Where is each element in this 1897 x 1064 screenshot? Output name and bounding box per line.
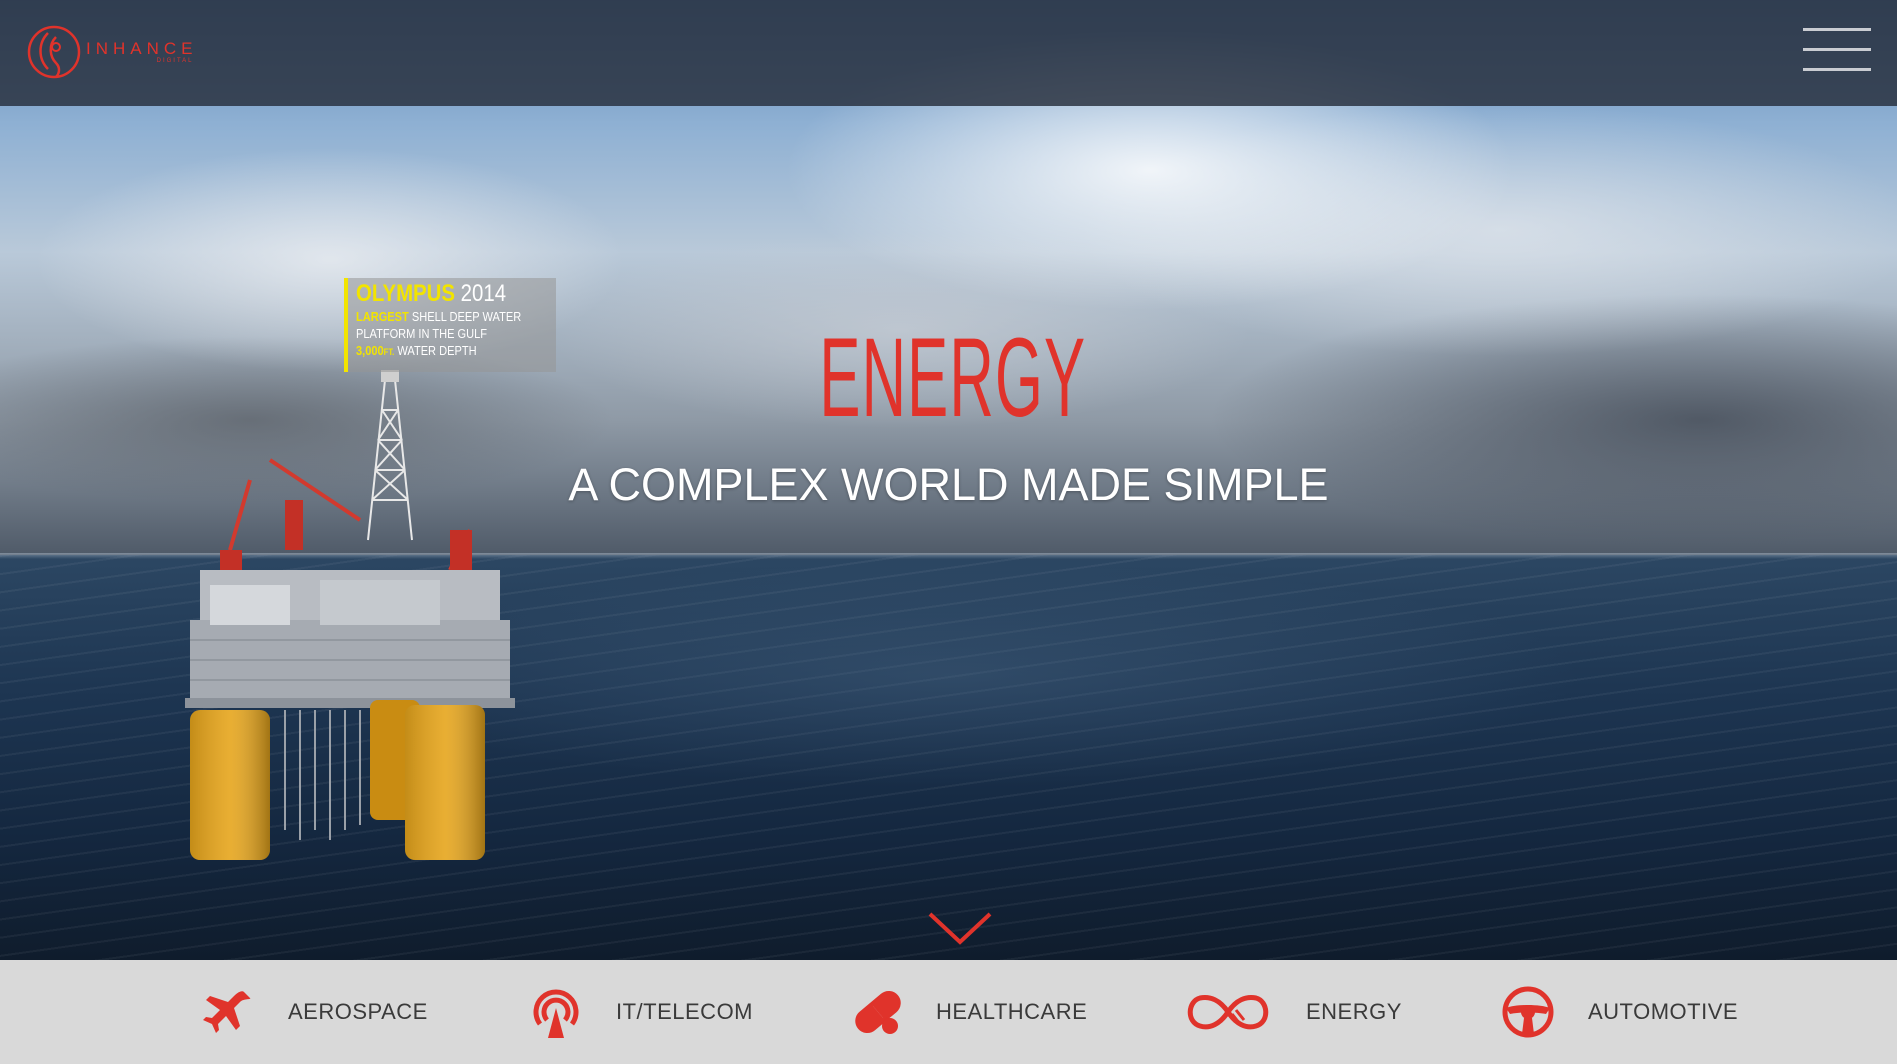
hero-title: ENERGY [819, 315, 1087, 440]
nav-label-automotive: AUTOMOTIVE [1588, 999, 1739, 1024]
pill-capsule-icon [855, 991, 901, 1034]
nav-label-healthcare: HEALTHCARE [936, 999, 1088, 1024]
nav-item-aerospace[interactable]: AEROSPACE [200, 960, 428, 1064]
callout-line4-unit: FT. [383, 347, 395, 357]
logo-mark-icon [27, 25, 81, 79]
chevron-down-icon[interactable] [928, 910, 992, 946]
logo-text: INHANCE DIGITAL [86, 39, 198, 65]
nav-label-energy: ENERGY [1306, 999, 1402, 1024]
airplane-icon [203, 991, 251, 1033]
hero-section: OLYMPUS 2014 LARGEST SHELL DEEP WATER PL… [0, 0, 1897, 960]
industry-nav: AEROSPACE IT/TELECOM HEALTHCARE ENERGY A… [0, 960, 1897, 1064]
nav-label-it-telecom: IT/TELECOM [616, 999, 754, 1024]
nav-item-automotive[interactable]: AUTOMOTIVE [1500, 960, 1738, 1064]
callout-headline: OLYMPUS 2014 [356, 280, 526, 308]
callout-line4-highlight: 3,000 [356, 343, 384, 358]
logo-name: INHANCE [86, 39, 198, 58]
hero-subtitle: A COMPLEX WORLD MADE SIMPLE [568, 459, 1329, 510]
nav-item-healthcare[interactable]: HEALTHCARE [850, 960, 1087, 1064]
site-header: INHANCE DIGITAL [0, 0, 1897, 106]
nav-item-it-telecom[interactable]: IT/TELECOM [528, 960, 753, 1064]
callout-name: OLYMPUS [356, 280, 456, 307]
callout-line2-highlight: LARGEST [356, 309, 409, 324]
steering-wheel-icon [1502, 986, 1554, 1038]
callout-year: 2014 [460, 280, 507, 307]
nav-item-energy[interactable]: ENERGY [1180, 960, 1402, 1064]
logo-sub: DIGITAL [156, 58, 194, 64]
menu-bar [1803, 48, 1871, 51]
nav-label-aerospace: AEROSPACE [288, 999, 428, 1024]
logo[interactable]: INHANCE DIGITAL [26, 23, 198, 81]
hamburger-menu-icon[interactable] [1803, 28, 1871, 72]
oil-rig-illustration [185, 370, 515, 860]
infinity-plug-icon [1187, 995, 1269, 1030]
broadcast-tower-icon [533, 989, 579, 1038]
menu-bar [1803, 28, 1871, 31]
menu-bar [1803, 68, 1871, 71]
